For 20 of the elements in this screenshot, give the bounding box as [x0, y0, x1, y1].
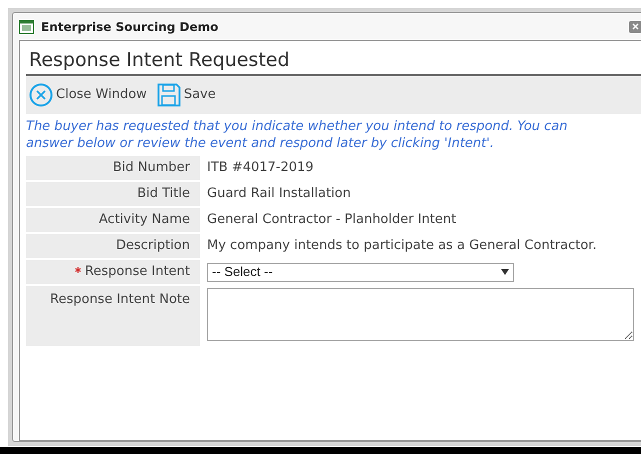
field-value: My company intends to participate as a General Contractor. — [207, 237, 597, 256]
window-title: Enterprise Sourcing Demo — [41, 18, 218, 36]
field-label: Activity Name — [98, 211, 190, 230]
close-window-button[interactable]: Close Window — [29, 83, 147, 107]
response-intent-dropdown[interactable]: -- Select -- — [207, 262, 514, 282]
field-value: ITB #4017-2019 — [207, 159, 314, 178]
field-label: Response Intent Note — [50, 291, 190, 309]
field-label: Response Intent — [84, 263, 190, 282]
note-textarea[interactable] — [207, 288, 634, 341]
info-message: The buyer has requested that you indicate whether you intend to respond. You can answer below or review the event and respond later by clicking 'Intent'. — [26, 118, 568, 152]
field-label: Bid Title — [137, 185, 190, 204]
field-value: General Contractor - Planholder Intent — [207, 211, 456, 230]
close-icon — [29, 83, 53, 107]
field-label: Bid Number — [112, 159, 190, 178]
dropdown-caret-icon — [501, 269, 509, 275]
close-icon[interactable] — [629, 20, 641, 32]
field-label: Description — [116, 237, 190, 256]
field-value: Guard Rail Installation — [207, 185, 351, 204]
window-icon — [19, 20, 34, 34]
save-button[interactable]: Save — [156, 83, 216, 107]
